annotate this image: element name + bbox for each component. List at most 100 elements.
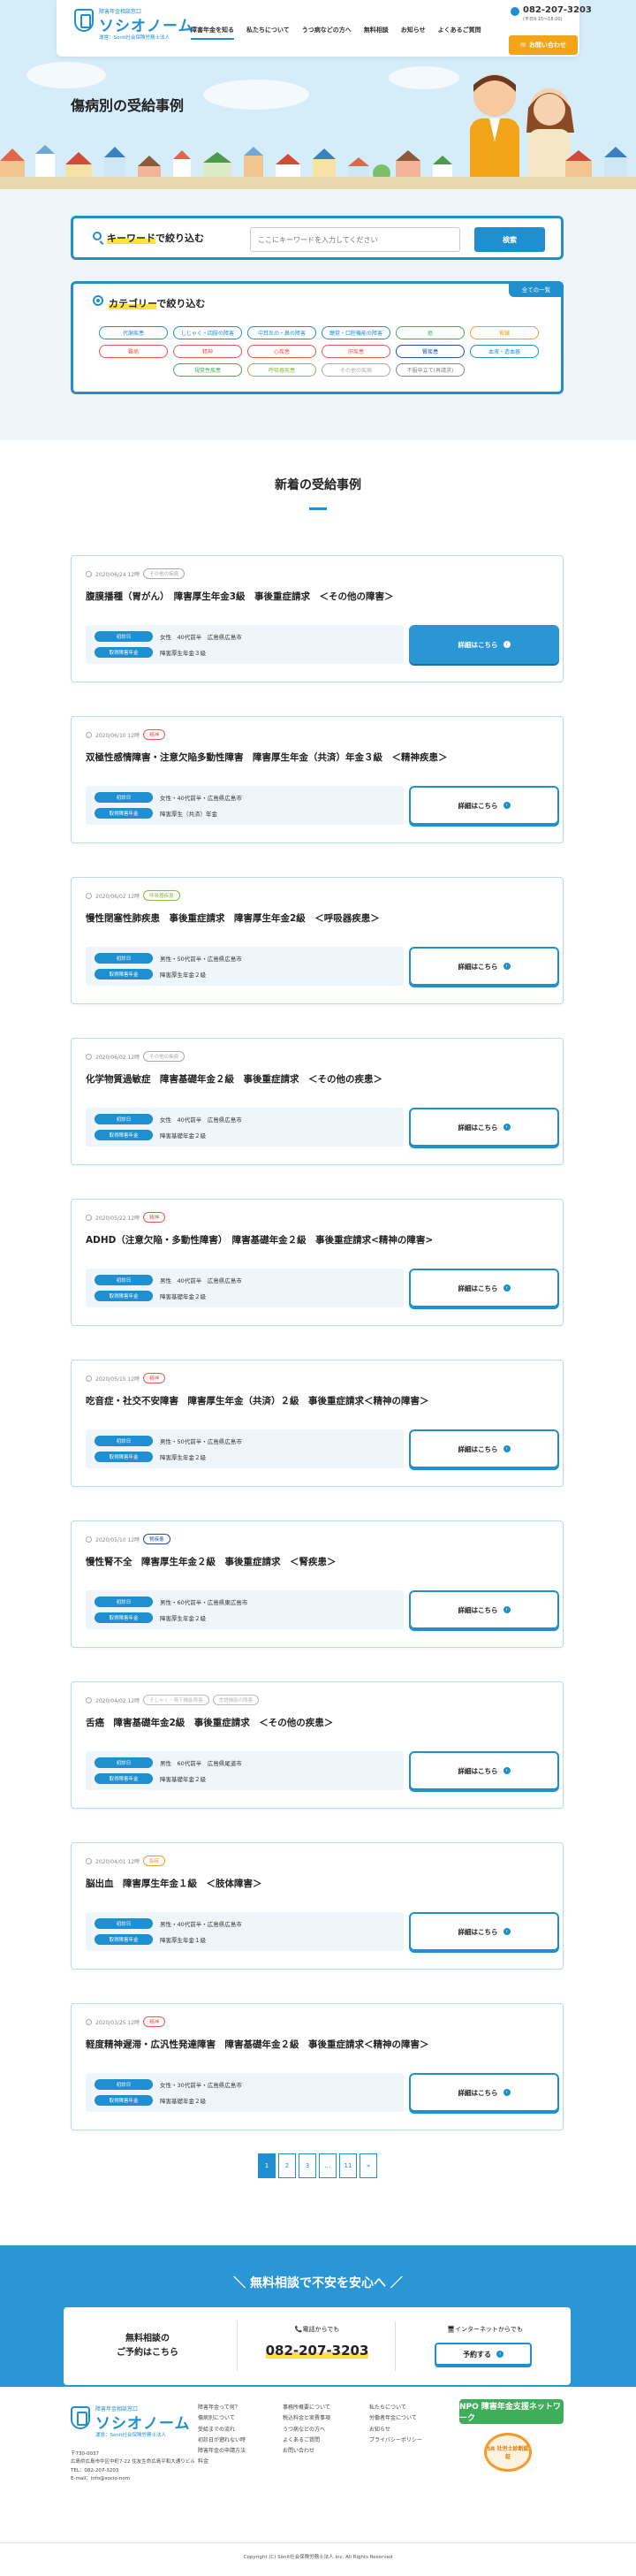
case-patient: 女性・40代前半・広島県広島市 (160, 795, 242, 802)
category-tag[interactable]: 肝疾患 (322, 345, 390, 358)
category-tag[interactable]: 中耳炎の・鼻の障害 (247, 326, 316, 339)
category-tag[interactable]: 視覚性疾患 (173, 363, 242, 377)
nav-item-about-us[interactable]: 私たちについて (246, 26, 290, 40)
nav-item-depression[interactable]: うつ病などの方へ (302, 26, 352, 40)
category-tag[interactable]: 癌 (396, 326, 465, 339)
footer-link[interactable]: お問い合わせ (283, 2446, 330, 2457)
pager-page[interactable]: 3 (299, 2153, 316, 2178)
nav-item-about-pension[interactable]: 障害年金を知る (191, 26, 234, 40)
detail-button[interactable]: 詳細はこちら › (409, 1751, 559, 1790)
case-card: 2020/05/15 12時 精神 吃音症・社交不安障害 障害厚生年金（共済）２… (71, 1360, 564, 1487)
keyword-input[interactable] (250, 227, 460, 252)
category-tag[interactable]: 不服申立て(再請求) (396, 363, 465, 377)
info-badge-grade: 取得障害年金 (95, 647, 153, 658)
cta-lead-line2: ご予約はこちら (117, 2348, 178, 2358)
footer-link[interactable]: 障害年金って何？ (198, 2403, 246, 2413)
case-patient: 男性・40代前半・広島県広島市 (160, 1921, 242, 1928)
clock-icon (86, 2018, 92, 2025)
pager-page[interactable]: 11 (339, 2153, 357, 2178)
detail-button[interactable]: 詳細はこちら › (409, 1590, 559, 1629)
category-tag[interactable]: 精神 (173, 345, 242, 358)
case-category-tag[interactable]: その他の疾病 (143, 1051, 186, 1062)
nav-item-faq[interactable]: よくあるご質問 (438, 26, 481, 40)
npo-badge[interactable]: NPO 障害年金支援ネットワーク (459, 2399, 564, 2424)
detail-button-label: 詳細はこちら (458, 640, 498, 649)
category-tag[interactable]: 聴覚・口腔機能の障害 (322, 326, 390, 339)
reserve-button-label: 予約する (463, 2350, 491, 2359)
case-card: 2020/04/02 12時 そしゃく・嚥下機能障害 言語機能の障害 舌癌 障害基… (71, 1681, 564, 1809)
case-title[interactable]: ADHD（注意欠陥・多動性障害） 障害基礎年金２級 事後重症請求<精神の障害> (86, 1233, 433, 1246)
all-list-button[interactable]: 全ての一覧 (509, 281, 564, 297)
reserve-button[interactable]: 予約する › (435, 2343, 532, 2366)
case-title[interactable]: 軽度精神遅滞・広汎性発達障害 障害基礎年金２級 事後重症請求＜精神の障害＞ (86, 2038, 429, 2051)
case-date: 2020/03/25 12時 (95, 2019, 140, 2026)
case-category-tag[interactable]: 言語機能の障害 (212, 1695, 260, 1705)
footer-link[interactable]: お知らせ (369, 2425, 422, 2435)
cta-phone[interactable]: 📞電話からでも 082-207-3203 (237, 2321, 396, 2371)
detail-button[interactable]: 詳細はこちら › (409, 625, 559, 664)
footer-link[interactable]: 傷病別について (198, 2413, 246, 2424)
category-tag[interactable]: 腎臓 (470, 326, 539, 339)
case-category-tag[interactable]: 精神 (143, 1373, 166, 1383)
case-category-tag[interactable]: 精神 (143, 2016, 166, 2027)
footer-link[interactable]: 税込料金と実費事項 (283, 2413, 330, 2424)
category-tag[interactable]: 腎疾患 (396, 345, 465, 358)
case-title[interactable]: 慢性腎不全 障害厚生年金２級 事後重症請求 ＜腎疾患＞ (86, 1555, 337, 1568)
detail-button[interactable]: 詳細はこちら › (409, 947, 559, 986)
pager-page[interactable]: 2 (278, 2153, 296, 2178)
category-tag[interactable]: 難病 (99, 345, 168, 358)
case-title[interactable]: 化学物質過敏症 障害基礎年金２級 事後重症請求 ＜その他の疾患＞ (86, 1072, 382, 1086)
case-category-tag[interactable]: 精神 (143, 1212, 166, 1223)
cta-box: 無料相談の ご予約はこちら 📞電話からでも 082-207-3203 🖥インター… (64, 2307, 571, 2385)
footer-link[interactable]: 事務所概要について (283, 2403, 330, 2413)
case-patient: 男性・50代前半・広島県広島市 (160, 1438, 242, 1445)
footer-link[interactable]: 料金 (198, 2457, 246, 2467)
footer-link[interactable]: うつ病などの方へ (283, 2425, 330, 2435)
footer-link[interactable]: 労働者年金について (369, 2413, 422, 2424)
nav-item-news[interactable]: お知らせ (401, 26, 426, 40)
search-button[interactable]: 検索 (474, 227, 545, 252)
case-category-tag[interactable]: 精神 (143, 729, 166, 740)
case-category-tag[interactable]: その他の疾病 (143, 568, 186, 579)
category-tag[interactable]: 血液・造血器 (470, 345, 539, 358)
footer-link[interactable]: よくあるご質問 (283, 2435, 330, 2446)
detail-button[interactable]: 詳細はこちら › (409, 2073, 559, 2112)
case-category-tag[interactable]: 呼吸器疾患 (143, 890, 180, 901)
pager-next[interactable]: » (360, 2153, 377, 2178)
category-tag[interactable]: その他の疾病 (322, 363, 390, 377)
case-grade: 障害厚生年金１級 (160, 1937, 206, 1944)
sr-badge[interactable]: SR 社労士診断認証 (484, 2433, 532, 2472)
footer-link[interactable]: 初診日が遡れない時 (198, 2435, 246, 2446)
footer-link[interactable]: 受給までの流れ (198, 2425, 246, 2435)
case-title[interactable]: 腹膜播種（胃がん） 障害厚生年金3級 事後重症請求 ＜その他の障害＞ (86, 590, 394, 603)
category-tag[interactable]: 代謝疾患 (99, 326, 168, 339)
detail-button-label: 詳細はこちら (458, 1766, 498, 1775)
case-title[interactable]: 舌癌 障害基礎年金2級 事後重症請求 ＜その他の疾患＞ (86, 1716, 333, 1729)
inquiry-button[interactable]: ✉ お問い合わせ (509, 35, 578, 55)
header-tel[interactable]: 082-207-3203 (平日9:15〜18:00) (507, 5, 592, 25)
footer-link[interactable]: プライバシーポリシー (369, 2435, 422, 2446)
detail-button[interactable]: 詳細はこちら › (409, 1269, 559, 1307)
category-tag[interactable]: 心疾患 (247, 345, 316, 358)
nav-item-consultation[interactable]: 無料相談 (364, 26, 389, 40)
footer-logo[interactable]: 障害年金相談窓口 ソシオノーム 運営：Sonit社会保険労務士法人 (71, 2405, 203, 2445)
site-logo[interactable]: 障害年金相談窓口 ソシオノーム 運営：Sonit社会保険労務士法人 (74, 7, 207, 48)
case-category-tag[interactable]: 腎疾患 (143, 1534, 170, 1544)
footer-link[interactable]: 障害年金の申請方法 (198, 2446, 246, 2457)
detail-button[interactable]: 詳細はこちら › (409, 1108, 559, 1147)
header: 障害年金相談窓口 ソシオノーム 運営：Sonit社会保険労務士法人 障害年金を知… (57, 0, 592, 57)
category-tag[interactable]: 呼吸器疾患 (247, 363, 316, 377)
detail-button[interactable]: 詳細はこちら › (409, 1429, 559, 1468)
case-title[interactable]: 脳出血 障害厚生年金１級 ＜肢体障害＞ (86, 1877, 262, 1890)
case-category-tag[interactable]: そしゃく・嚥下機能障害 (143, 1695, 209, 1705)
case-title[interactable]: 慢性閉塞性肺疾患 事後重症請求 障害厚生年金2級 ＜呼吸器疾患＞ (86, 911, 380, 925)
case-title[interactable]: 吃音症・社交不安障害 障害厚生年金（共済）２級 事後重症請求＜精神の障害＞ (86, 1394, 429, 1407)
clock-icon (86, 1053, 92, 1060)
detail-button[interactable]: 詳細はこちら › (409, 1912, 559, 1951)
category-tag[interactable]: しじゃく・四肢の障害 (173, 326, 242, 339)
case-category-tag[interactable]: 脳疾 (143, 1856, 166, 1866)
case-title[interactable]: 双極性感情障害・注意欠陥多動性障害 障害厚生年金（共済）年金３級 ＜精神疾患＞ (86, 751, 448, 764)
footer-link[interactable]: 私たちについて (369, 2403, 422, 2413)
detail-button[interactable]: 詳細はこちら › (409, 786, 559, 825)
pager-page[interactable]: 1 (258, 2153, 276, 2178)
